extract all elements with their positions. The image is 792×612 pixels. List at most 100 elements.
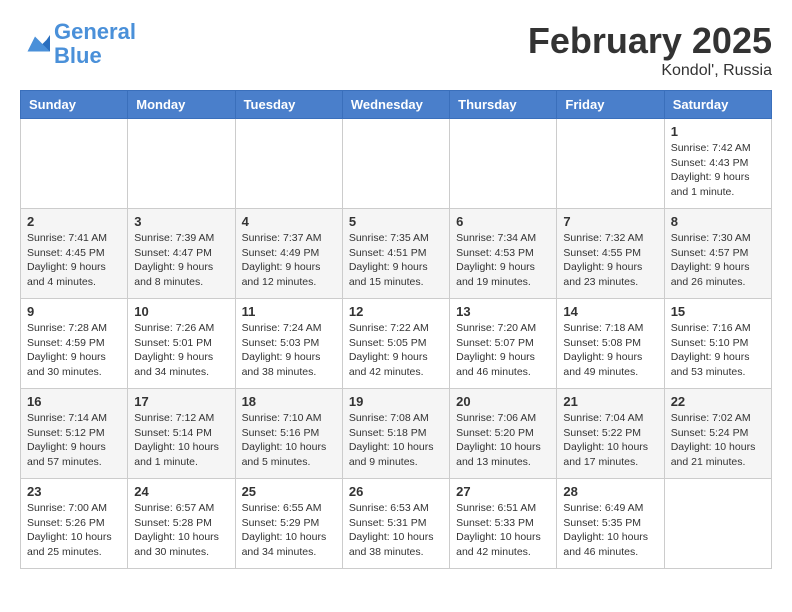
sunset-text: Sunset: 4:47 PM (134, 247, 212, 259)
sunset-text: Sunset: 5:24 PM (671, 427, 749, 439)
daylight-text: Daylight: 10 hours and 17 minutes. (563, 441, 648, 468)
daylight-text: Daylight: 9 hours and 42 minutes. (349, 351, 428, 378)
daylight-text: Daylight: 9 hours and 53 minutes. (671, 351, 750, 378)
day-info: Sunrise: 7:18 AM Sunset: 5:08 PM Dayligh… (563, 321, 657, 380)
day-number: 22 (671, 394, 765, 409)
calendar-cell: 22 Sunrise: 7:02 AM Sunset: 5:24 PM Dayl… (664, 389, 771, 479)
sunset-text: Sunset: 4:49 PM (242, 247, 320, 259)
daylight-text: Daylight: 10 hours and 1 minute. (134, 441, 219, 468)
day-info: Sunrise: 7:22 AM Sunset: 5:05 PM Dayligh… (349, 321, 443, 380)
logo-icon (20, 29, 50, 59)
sunrise-text: Sunrise: 7:20 AM (456, 322, 536, 334)
calendar-header-friday: Friday (557, 91, 664, 119)
sunrise-text: Sunrise: 7:42 AM (671, 142, 751, 154)
sunrise-text: Sunrise: 7:12 AM (134, 412, 214, 424)
sunset-text: Sunset: 5:29 PM (242, 517, 320, 529)
sunrise-text: Sunrise: 7:16 AM (671, 322, 751, 334)
sunset-text: Sunset: 4:53 PM (456, 247, 534, 259)
calendar-header-thursday: Thursday (450, 91, 557, 119)
sunset-text: Sunset: 4:59 PM (27, 337, 105, 349)
calendar-cell (342, 119, 449, 209)
calendar-body: 1 Sunrise: 7:42 AM Sunset: 4:43 PM Dayli… (21, 119, 772, 569)
day-info: Sunrise: 6:49 AM Sunset: 5:35 PM Dayligh… (563, 501, 657, 560)
calendar-table: SundayMondayTuesdayWednesdayThursdayFrid… (20, 90, 772, 569)
calendar-cell: 9 Sunrise: 7:28 AM Sunset: 4:59 PM Dayli… (21, 299, 128, 389)
sunrise-text: Sunrise: 7:24 AM (242, 322, 322, 334)
calendar-week-row: 9 Sunrise: 7:28 AM Sunset: 4:59 PM Dayli… (21, 299, 772, 389)
sunset-text: Sunset: 5:22 PM (563, 427, 641, 439)
day-number: 7 (563, 214, 657, 229)
calendar-cell: 1 Sunrise: 7:42 AM Sunset: 4:43 PM Dayli… (664, 119, 771, 209)
calendar-cell: 3 Sunrise: 7:39 AM Sunset: 4:47 PM Dayli… (128, 209, 235, 299)
day-number: 13 (456, 304, 550, 319)
day-number: 9 (27, 304, 121, 319)
day-info: Sunrise: 7:24 AM Sunset: 5:03 PM Dayligh… (242, 321, 336, 380)
day-info: Sunrise: 7:02 AM Sunset: 5:24 PM Dayligh… (671, 411, 765, 470)
day-number: 26 (349, 484, 443, 499)
month-title: February 2025 (528, 20, 772, 62)
daylight-text: Daylight: 10 hours and 30 minutes. (134, 531, 219, 558)
sunrise-text: Sunrise: 7:04 AM (563, 412, 643, 424)
sunrise-text: Sunrise: 7:32 AM (563, 232, 643, 244)
calendar-cell: 25 Sunrise: 6:55 AM Sunset: 5:29 PM Dayl… (235, 479, 342, 569)
calendar-cell: 5 Sunrise: 7:35 AM Sunset: 4:51 PM Dayli… (342, 209, 449, 299)
day-number: 4 (242, 214, 336, 229)
sunset-text: Sunset: 4:55 PM (563, 247, 641, 259)
day-info: Sunrise: 7:12 AM Sunset: 5:14 PM Dayligh… (134, 411, 228, 470)
calendar-cell: 15 Sunrise: 7:16 AM Sunset: 5:10 PM Dayl… (664, 299, 771, 389)
day-number: 8 (671, 214, 765, 229)
calendar-cell: 14 Sunrise: 7:18 AM Sunset: 5:08 PM Dayl… (557, 299, 664, 389)
sunrise-text: Sunrise: 7:37 AM (242, 232, 322, 244)
daylight-text: Daylight: 9 hours and 19 minutes. (456, 261, 535, 288)
daylight-text: Daylight: 10 hours and 5 minutes. (242, 441, 327, 468)
day-info: Sunrise: 7:10 AM Sunset: 5:16 PM Dayligh… (242, 411, 336, 470)
calendar-cell: 10 Sunrise: 7:26 AM Sunset: 5:01 PM Dayl… (128, 299, 235, 389)
daylight-text: Daylight: 9 hours and 15 minutes. (349, 261, 428, 288)
day-number: 23 (27, 484, 121, 499)
sunrise-text: Sunrise: 6:49 AM (563, 502, 643, 514)
day-info: Sunrise: 7:04 AM Sunset: 5:22 PM Dayligh… (563, 411, 657, 470)
sunrise-text: Sunrise: 7:28 AM (27, 322, 107, 334)
calendar-cell (664, 479, 771, 569)
calendar-cell: 21 Sunrise: 7:04 AM Sunset: 5:22 PM Dayl… (557, 389, 664, 479)
daylight-text: Daylight: 9 hours and 57 minutes. (27, 441, 106, 468)
sunrise-text: Sunrise: 7:22 AM (349, 322, 429, 334)
day-number: 3 (134, 214, 228, 229)
daylight-text: Daylight: 10 hours and 42 minutes. (456, 531, 541, 558)
sunset-text: Sunset: 4:45 PM (27, 247, 105, 259)
sunrise-text: Sunrise: 7:10 AM (242, 412, 322, 424)
daylight-text: Daylight: 9 hours and 30 minutes. (27, 351, 106, 378)
day-number: 11 (242, 304, 336, 319)
sunset-text: Sunset: 5:07 PM (456, 337, 534, 349)
day-info: Sunrise: 7:20 AM Sunset: 5:07 PM Dayligh… (456, 321, 550, 380)
day-number: 27 (456, 484, 550, 499)
day-info: Sunrise: 7:30 AM Sunset: 4:57 PM Dayligh… (671, 231, 765, 290)
sunrise-text: Sunrise: 7:41 AM (27, 232, 107, 244)
calendar-cell: 4 Sunrise: 7:37 AM Sunset: 4:49 PM Dayli… (235, 209, 342, 299)
daylight-text: Daylight: 10 hours and 34 minutes. (242, 531, 327, 558)
day-number: 19 (349, 394, 443, 409)
day-number: 25 (242, 484, 336, 499)
day-info: Sunrise: 7:28 AM Sunset: 4:59 PM Dayligh… (27, 321, 121, 380)
day-info: Sunrise: 7:41 AM Sunset: 4:45 PM Dayligh… (27, 231, 121, 290)
logo: General Blue (20, 20, 136, 68)
sunset-text: Sunset: 5:20 PM (456, 427, 534, 439)
sunrise-text: Sunrise: 7:02 AM (671, 412, 751, 424)
sunset-text: Sunset: 5:08 PM (563, 337, 641, 349)
calendar-header-sunday: Sunday (21, 91, 128, 119)
day-number: 16 (27, 394, 121, 409)
calendar-cell (128, 119, 235, 209)
sunset-text: Sunset: 4:51 PM (349, 247, 427, 259)
day-info: Sunrise: 7:08 AM Sunset: 5:18 PM Dayligh… (349, 411, 443, 470)
sunset-text: Sunset: 5:26 PM (27, 517, 105, 529)
calendar-cell: 2 Sunrise: 7:41 AM Sunset: 4:45 PM Dayli… (21, 209, 128, 299)
calendar-cell: 7 Sunrise: 7:32 AM Sunset: 4:55 PM Dayli… (557, 209, 664, 299)
sunset-text: Sunset: 5:12 PM (27, 427, 105, 439)
sunset-text: Sunset: 4:43 PM (671, 157, 749, 169)
sunrise-text: Sunrise: 6:53 AM (349, 502, 429, 514)
day-info: Sunrise: 7:35 AM Sunset: 4:51 PM Dayligh… (349, 231, 443, 290)
sunrise-text: Sunrise: 7:30 AM (671, 232, 751, 244)
day-number: 18 (242, 394, 336, 409)
daylight-text: Daylight: 9 hours and 23 minutes. (563, 261, 642, 288)
location-subtitle: Kondol', Russia (528, 62, 772, 80)
